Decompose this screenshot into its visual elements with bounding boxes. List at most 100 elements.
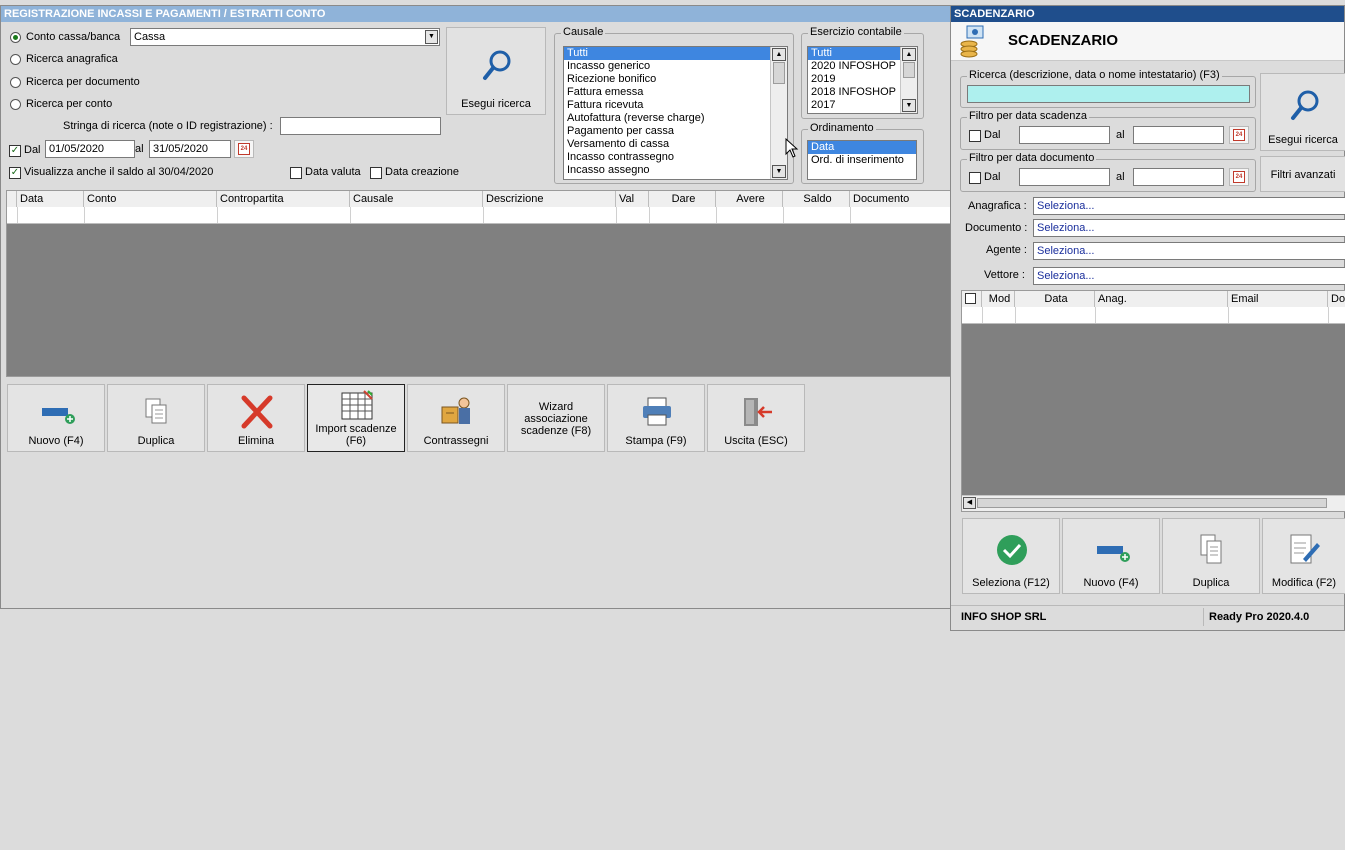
documento-to-input[interactable] [1133,168,1224,186]
documento-from-input[interactable] [1019,168,1110,186]
list-item[interactable]: Incasso contrassegno [564,151,787,164]
documento-select[interactable]: Seleziona... [1033,219,1345,237]
agente-select[interactable]: Seleziona... [1033,242,1345,260]
col-saldo[interactable]: Saldo [783,191,850,207]
data-valuta-checkbox[interactable] [290,167,302,179]
list-item[interactable]: Incasso assegno [564,164,787,177]
select-all-checkbox[interactable] [965,293,976,304]
col-dare[interactable]: Dare [649,191,716,207]
documento-filter-group: Filtro per data documento Dal al 24 [960,152,1256,192]
agente-label: Agente : [986,244,1027,256]
elimina-button[interactable]: Elimina [207,384,305,452]
list-item[interactable]: Pagamento per cassa [564,125,787,138]
modifica-button[interactable]: Modifica (F2) [1262,518,1345,594]
scad-nuovo-button[interactable]: Nuovo (F4) [1062,518,1160,594]
scroll-down-icon[interactable]: ▼ [772,165,786,178]
seleziona-button[interactable]: Seleziona (F12) [962,518,1060,594]
esercizio-scrollbar[interactable]: ▲ ▼ [900,47,917,113]
table-row[interactable] [7,207,950,224]
scadenza-to-input[interactable] [1133,126,1224,144]
causale-list[interactable]: Tutti Incasso generico Ricezione bonific… [563,46,788,180]
radio-ricerca-anagrafica-label[interactable]: Ricerca anagrafica [26,53,118,65]
col-data[interactable]: Data [17,191,84,207]
list-item[interactable]: Fattura emessa [564,86,787,99]
radio-ricerca-conto-label[interactable]: Ricerca per conto [26,98,112,110]
select-all-cell[interactable] [962,291,982,307]
col-anag[interactable]: Anag. [1095,291,1228,307]
scroll-thumb[interactable] [977,498,1327,508]
list-item[interactable]: Autofattura (reverse charge) [564,112,787,125]
col-documento[interactable]: Documento [850,191,950,207]
scroll-thumb[interactable] [773,62,785,84]
col-contropartita[interactable]: Contropartita [217,191,350,207]
search-string-input[interactable] [280,117,441,135]
calendar-button[interactable]: 24 [234,140,254,158]
date-from-input[interactable]: 01/05/2020 [45,140,135,158]
list-item[interactable]: Tutti [564,47,787,60]
scadenza-dal-checkbox[interactable] [969,130,981,142]
ordinamento-list[interactable]: Data Ord. di inserimento [807,140,917,180]
table-row[interactable] [962,307,1345,324]
vettore-select[interactable]: Seleziona... [1033,267,1345,285]
date-to-input[interactable]: 31/05/2020 [149,140,231,158]
col-avere[interactable]: Avere [716,191,783,207]
esercizio-list[interactable]: Tutti 2020 INFOSHOP 2019 2018 INFOSHOP 2… [807,46,918,114]
documento-dal-checkbox[interactable] [969,172,981,184]
contrassegni-button[interactable]: Contrassegni [407,384,505,452]
radio-ricerca-documento[interactable] [10,77,21,88]
scad-esegui-ricerca-button[interactable]: Esegui ricerca [1260,73,1345,151]
chevron-down-icon[interactable]: ▼ [425,30,438,44]
stampa-button[interactable]: Stampa (F9) [607,384,705,452]
scroll-thumb[interactable] [903,62,915,78]
scroll-up-icon[interactable]: ▲ [772,48,786,61]
list-item[interactable]: Data [808,141,916,154]
causale-scrollbar[interactable]: ▲ ▼ [770,47,787,179]
list-item[interactable]: Versamento di cassa [564,138,787,151]
col-email[interactable]: Email [1228,291,1328,307]
col-causale[interactable]: Causale [350,191,483,207]
import-scadenze-button[interactable]: Import scadenze (F6) [307,384,405,452]
ricerca-input[interactable] [967,85,1250,103]
scad-duplica-button[interactable]: Duplica [1162,518,1260,594]
radio-ricerca-conto[interactable] [10,99,21,110]
radio-ricerca-anagrafica[interactable] [10,54,21,65]
wizard-label-line2: associazione [524,413,588,425]
radio-conto-cassa-label[interactable]: Conto cassa/banca [26,31,120,43]
scadenze-table[interactable]: Mod Data Anag. Email Doc ◀ [961,290,1345,512]
col-descrizione[interactable]: Descrizione [483,191,616,207]
documento-calendar-button[interactable]: 24 [1229,168,1249,186]
scadenza-calendar-button[interactable]: 24 [1229,126,1249,144]
scadenzario-titlebar: SCADENZARIO [951,6,1344,22]
col-conto[interactable]: Conto [84,191,217,207]
list-item[interactable]: Fattura ricevuta [564,99,787,112]
scadenza-from-input[interactable] [1019,126,1110,144]
wizard-label-line3: scadenze (F8) [520,425,592,437]
movimenti-table[interactable]: Data Conto Contropartita Causale Descriz… [6,190,951,377]
list-item[interactable]: Ord. di inserimento [808,154,916,167]
wizard-button[interactable]: Wizard associazione scadenze (F8) [507,384,605,452]
nuovo-button[interactable]: Nuovo (F4) [7,384,105,452]
scroll-up-icon[interactable]: ▲ [902,48,916,61]
col-val[interactable]: Val [616,191,649,207]
radio-ricerca-documento-label[interactable]: Ricerca per documento [26,76,140,88]
col-data[interactable]: Data [1015,291,1095,307]
radio-conto-cassa[interactable] [10,32,21,43]
filtri-avanzati-button[interactable]: Filtri avanzati [1260,156,1345,192]
data-creazione-checkbox[interactable] [370,167,382,179]
col-doc[interactable]: Doc [1328,291,1345,307]
scroll-left-icon[interactable]: ◀ [963,497,976,509]
scroll-down-icon[interactable]: ▼ [902,99,916,112]
conto-select[interactable]: Cassa ▼ [130,28,440,46]
scadenzario-header: SCADENZARIO [951,22,1344,61]
list-item[interactable]: Ricezione bonifico [564,73,787,86]
uscita-button[interactable]: Uscita (ESC) [707,384,805,452]
list-item[interactable]: Incasso generico [564,60,787,73]
col-mod[interactable]: Mod [982,291,1015,307]
duplica-button[interactable]: Duplica [107,384,205,452]
dal-checkbox[interactable]: ✓ [9,145,21,157]
saldo-checkbox[interactable]: ✓ [9,167,21,179]
horizontal-scrollbar[interactable]: ◀ [962,495,1345,511]
esegui-ricerca-button[interactable]: Esegui ricerca [446,27,546,115]
anagrafica-select[interactable]: Seleziona... [1033,197,1345,215]
dal-label: Dal [24,144,41,156]
